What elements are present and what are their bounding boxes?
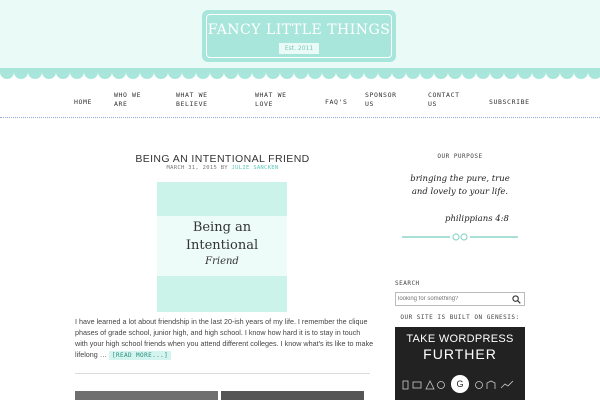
- featured-image-text-line3: Friend: [205, 256, 239, 267]
- purpose-reference: philippians 4:8: [445, 214, 509, 224]
- post-title[interactable]: BEING AN INTENTIONAL FRIEND: [75, 153, 370, 165]
- logo-est-label: Est. 2011: [279, 43, 319, 54]
- purpose-heading: OUR PURPOSE: [437, 153, 483, 160]
- search-label: SEARCH: [395, 280, 420, 287]
- featured-image-text-line2: Intentional: [185, 238, 259, 253]
- ornament-divider-icon: [402, 233, 518, 241]
- post-thumbnail[interactable]: [75, 391, 218, 400]
- genesis-banner[interactable]: TAKE WORDPRESS FURTHER G: [395, 327, 525, 400]
- search-icon[interactable]: [512, 295, 521, 304]
- genesis-banner-line1: TAKE WORDPRESS: [406, 333, 514, 345]
- scallop-border: [0, 68, 600, 79]
- featured-image-text-line1: Being an: [192, 220, 252, 235]
- logo-title: FANCY LITTLE THINGS: [207, 22, 391, 38]
- nav-item-subscribe[interactable]: SUBSCRIBE: [489, 98, 530, 107]
- nav-item-contact-us[interactable]: CONTACT US: [428, 91, 460, 109]
- nav-item-home[interactable]: HOME: [74, 98, 92, 107]
- purpose-line1: bringing the pure, true: [410, 174, 510, 184]
- site-logo[interactable]: FANCY LITTLE THINGS Est. 2011: [202, 10, 396, 62]
- post-divider: [75, 373, 370, 374]
- post-thumbnail[interactable]: [221, 391, 364, 400]
- read-more-link[interactable]: [READ MORE...]: [108, 351, 172, 360]
- purpose-text: bringing the pure, true and lovely to yo…: [395, 173, 525, 199]
- search-input[interactable]: [398, 294, 508, 304]
- post-by: BY: [220, 165, 228, 171]
- purpose-line2: and lovely to your life.: [411, 187, 509, 197]
- post-meta: MARCH 31, 2015 BY JULIE SANCKEN: [75, 165, 370, 171]
- search-box: [395, 292, 525, 306]
- genesis-heading: OUR SITE IS BUILT ON GENESIS:: [400, 314, 520, 321]
- nav-item-faqs[interactable]: FAQ'S: [325, 98, 348, 107]
- post-date: MARCH 31, 2015: [166, 165, 218, 171]
- nav-item-sponsor-us[interactable]: SPONSOR US: [365, 91, 397, 109]
- genesis-banner-line2: FURTHER: [423, 346, 497, 362]
- featured-image[interactable]: Being an Intentional Friend: [157, 182, 287, 312]
- post-excerpt: I have learned a lot about friendship in…: [75, 316, 375, 361]
- post-author-link[interactable]: JULIE SANCKEN: [232, 165, 279, 171]
- nav-item-what-we-love[interactable]: WHAT WE LOVE: [255, 91, 287, 109]
- nav-item-what-we-believe[interactable]: WHAT WE BELIEVE: [176, 91, 208, 109]
- nav-item-who-we-are[interactable]: WHO WE ARE: [114, 91, 141, 109]
- genesis-logo-icon: G: [451, 375, 469, 393]
